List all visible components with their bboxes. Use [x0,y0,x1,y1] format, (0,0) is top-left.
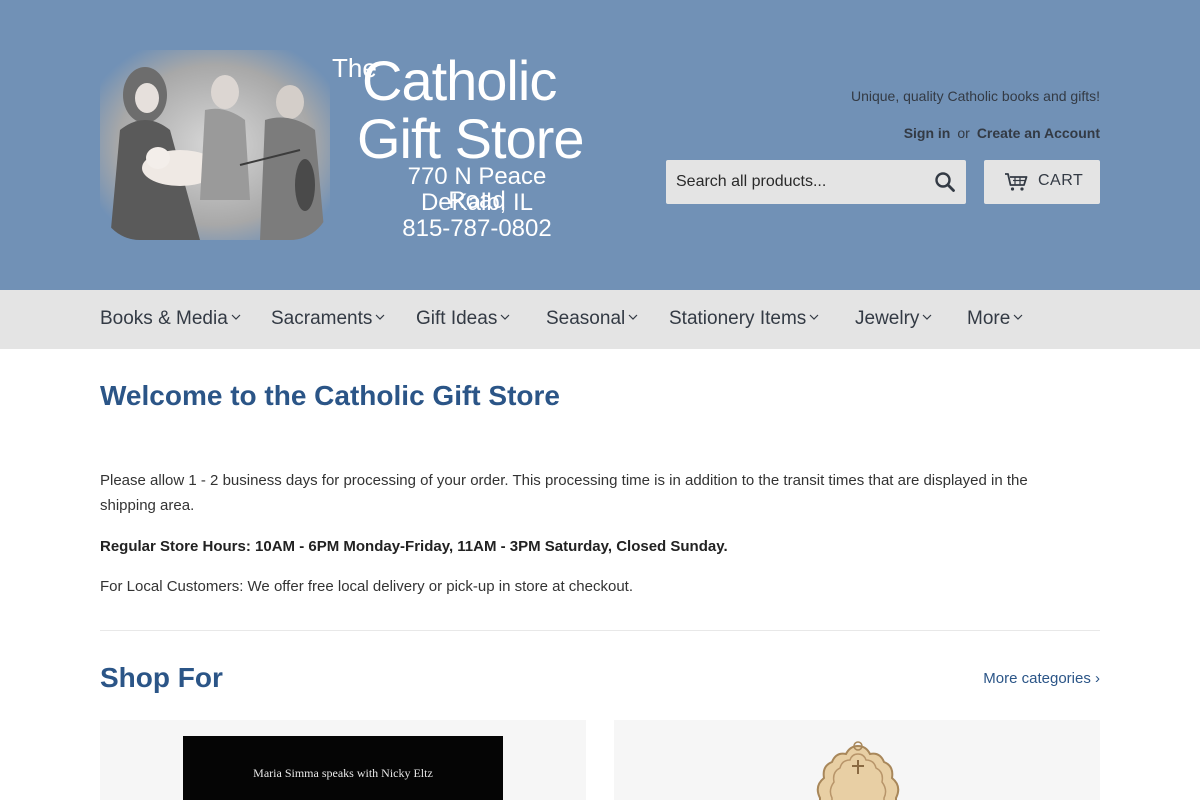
main-nav: Books & Media Sacraments Gift Ideas Seas… [0,290,1200,349]
medal-image [816,741,900,800]
nav-item-label: Seasonal [546,308,626,329]
book-cover-image: Maria Simma speaks with Nicky Eltz [183,736,503,800]
or-text: or [957,125,970,141]
cart-button[interactable]: Cart [984,160,1100,204]
search-button[interactable] [934,171,956,193]
chevron-down-icon [628,314,638,320]
store-logo[interactable]: The Catholic Gift Store 770 N Peace Road… [100,45,605,245]
nav-item-label: Jewelry [855,308,920,329]
more-categories-link[interactable]: More categories › [983,670,1100,687]
processing-notice: Please allow 1 - 2 business days for pro… [100,472,1028,514]
store-hours: Regular Store Hours: 10AM - 6PM Monday-F… [100,538,728,555]
chevron-down-icon [500,314,510,320]
nav-item-label: Gift Ideas [416,308,498,329]
search-icon [935,172,955,192]
chevron-down-icon [375,314,385,320]
category-card[interactable]: Maria Simma speaks with Nicky Eltz [100,720,586,800]
nav-item-books-media[interactable]: Books & Media [100,308,241,330]
nav-item-label: Sacraments [271,308,373,329]
logo-city: DeKalb, IL [420,189,534,216]
store-tagline: Unique, quality Catholic books and gifts… [850,88,1100,104]
category-card[interactable] [614,720,1100,800]
section-divider [100,630,1100,631]
nav-item-more[interactable]: More [967,308,1023,330]
chevron-down-icon [809,314,819,320]
nav-item-stationery-items[interactable]: Stationery Items [669,308,819,330]
create-account-link[interactable]: Create an Account [977,125,1100,141]
chevron-down-icon [1013,314,1023,320]
logo-catholic: Catholic [362,49,557,112]
chevron-down-icon [231,314,241,320]
search-form [666,160,966,204]
site-header: The Catholic Gift Store 770 N Peace Road… [0,0,1200,290]
logo-text: The Catholic Gift Store 770 N Peace Road… [332,45,602,245]
chevron-down-icon [922,314,932,320]
sign-in-link[interactable]: Sign in [904,125,951,141]
nav-item-sacraments[interactable]: Sacraments [271,308,385,330]
logo-madonna-image [100,50,330,240]
nav-item-seasonal[interactable]: Seasonal [546,308,638,330]
account-links: Sign in or Create an Account [904,125,1100,141]
book-cover-title: Maria Simma speaks with Nicky Eltz [253,766,433,780]
cart-label: Cart [1038,172,1084,189]
nav-item-gift-ideas[interactable]: Gift Ideas [416,308,510,330]
logo-phone: 815-787-0802 [402,215,552,242]
nav-item-label: Books & Media [100,308,228,329]
nav-item-label: More [967,308,1011,329]
cart-icon [1005,173,1028,191]
shop-for-heading: Shop For [100,662,223,693]
search-input[interactable] [666,160,922,204]
page-title: Welcome to the Catholic Gift Store [100,380,560,411]
nav-item-jewelry[interactable]: Jewelry [855,308,932,330]
local-delivery-notice: For Local Customers: We offer free local… [100,578,634,595]
nav-item-label: Stationery Items [669,308,807,329]
logo-gift-store: Gift Store [357,107,585,170]
